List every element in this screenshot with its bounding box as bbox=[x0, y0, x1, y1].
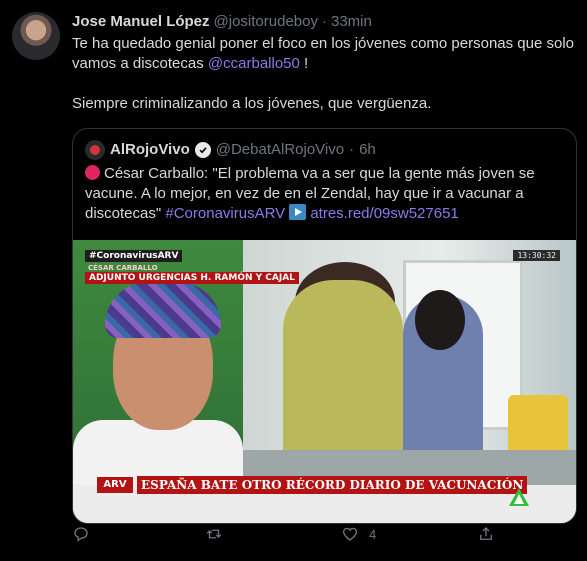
tweet-text-part2: Siempre criminalizando a los jóvenes, qu… bbox=[72, 95, 432, 112]
patient-head bbox=[415, 290, 465, 350]
arv-logo: ARV bbox=[97, 477, 133, 493]
video-media[interactable]: #CoronavirusARV CÉSAR CARBALLO ADJUNTO U… bbox=[73, 240, 576, 523]
media-hashtag-tag: #CoronavirusARV bbox=[85, 250, 183, 262]
external-link[interactable]: atres.red/09sw527651 bbox=[310, 205, 458, 222]
verified-badge-icon bbox=[194, 142, 211, 158]
hashtag-link[interactable]: #CoronavirusARV bbox=[165, 205, 285, 222]
tweet-text-part1-end: ! bbox=[299, 55, 309, 72]
separator-dot: · bbox=[321, 13, 327, 30]
quote-text: César Carballo: "El problema va a ser qu… bbox=[73, 160, 576, 224]
tweet-time[interactable]: 33min bbox=[331, 12, 372, 32]
share-icon bbox=[480, 527, 492, 540]
share-button[interactable] bbox=[477, 525, 495, 543]
quote-header: AlRojoVivo @DebatAlRojoVivo · 6h bbox=[73, 129, 576, 160]
media-role-tag: ADJUNTO URGENCIAS H. RAMÓN Y CAJAL bbox=[85, 272, 299, 284]
tweet-content: Jose Manuel López @jositorudeboy · 33min… bbox=[72, 12, 577, 114]
like-count: 4 bbox=[369, 526, 377, 542]
quote-author-name[interactable]: AlRojoVivo bbox=[110, 140, 190, 160]
red-circle-icon bbox=[85, 165, 100, 180]
tweet[interactable]: Jose Manuel López @jositorudeboy · 33min… bbox=[0, 0, 587, 561]
media-headline: ESPAÑA BATE OTRO RÉCORD DIARIO DE VACUNA… bbox=[137, 476, 528, 494]
tweet-text-part1: Te ha quedado genial poner el foco en lo… bbox=[72, 35, 575, 72]
quoted-tweet[interactable]: AlRojoVivo @DebatAlRojoVivo · 6h César C… bbox=[72, 128, 577, 524]
reply-icon bbox=[74, 527, 88, 542]
play-button-icon bbox=[289, 204, 307, 220]
quote-author-handle[interactable]: @DebatAlRojoVivo bbox=[216, 140, 344, 160]
tweet-header: Jose Manuel López @jositorudeboy · 33min bbox=[72, 12, 577, 32]
author-handle[interactable]: @jositorudeboy bbox=[214, 12, 318, 32]
like-button[interactable]: 4 bbox=[341, 525, 376, 543]
quote-separator-dot: · bbox=[349, 141, 355, 158]
mention-link[interactable]: @ccarballo50 bbox=[208, 55, 300, 72]
reply-button[interactable] bbox=[72, 525, 100, 543]
author-name[interactable]: Jose Manuel López bbox=[72, 12, 210, 32]
like-icon bbox=[342, 527, 358, 541]
lasexta-logo-icon bbox=[509, 488, 529, 506]
retweet-icon bbox=[206, 529, 222, 539]
quote-time[interactable]: 6h bbox=[359, 140, 376, 160]
media-clock: 13:30:32 bbox=[513, 250, 560, 261]
author-avatar[interactable] bbox=[12, 12, 60, 60]
quote-avatar[interactable] bbox=[85, 140, 105, 160]
retweet-button[interactable] bbox=[205, 525, 233, 543]
tweet-text: Te ha quedado genial poner el foco en lo… bbox=[72, 34, 577, 114]
surgical-cap bbox=[105, 282, 221, 338]
